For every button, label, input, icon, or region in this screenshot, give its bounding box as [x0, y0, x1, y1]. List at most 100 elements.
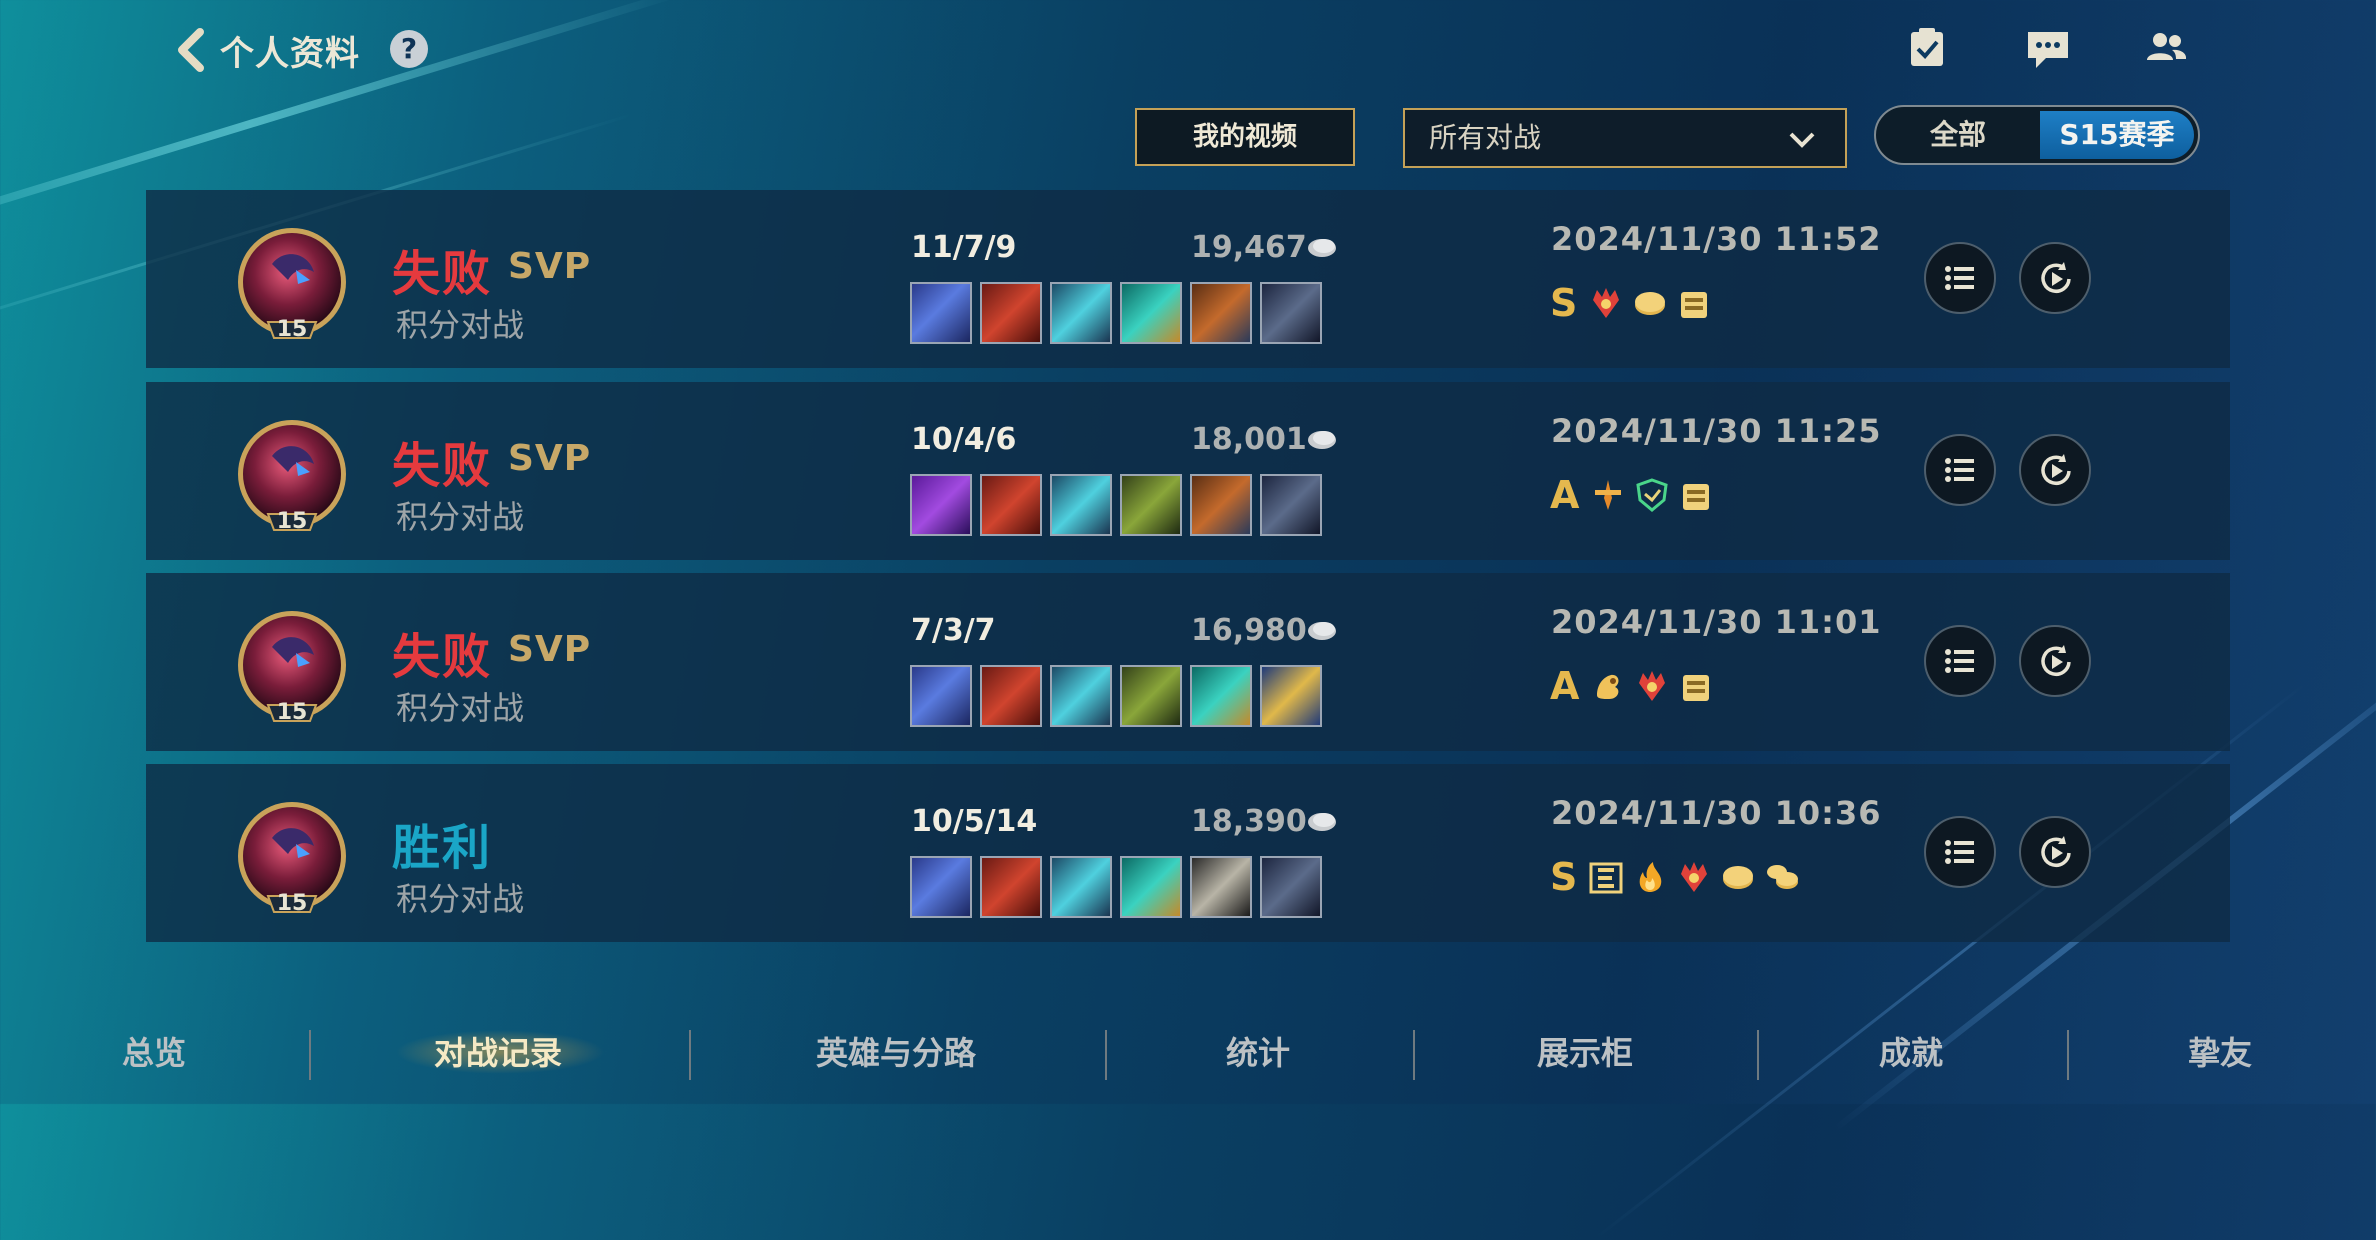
match-row[interactable]: 15 胜利 积分对战 10/5/14 18,390 2024/11/30 10:36 S [146, 764, 2230, 942]
replay-button[interactable] [2019, 816, 2091, 888]
kda: 11/7/9 [911, 230, 1017, 265]
match-detail-button[interactable] [1924, 625, 1996, 697]
tab-divider [1413, 1030, 1415, 1080]
tasks-icon[interactable] [1903, 24, 1951, 72]
game-mode: 积分对战 [396, 306, 525, 344]
tab-achievements[interactable]: 成就 [1879, 1028, 1943, 1074]
match-result: 失败 [392, 438, 493, 494]
match-date: 2024/11/30 11:01 [1551, 603, 1882, 641]
item-slot-icon[interactable] [1050, 282, 1112, 344]
red-demon-icon [1587, 284, 1625, 322]
replay-button[interactable] [2019, 434, 2091, 506]
item-slot-icon[interactable] [1260, 474, 1322, 536]
item-slot-icon[interactable] [980, 474, 1042, 536]
gold-icon [1308, 622, 1336, 640]
match-date: 2024/11/30 10:36 [1551, 794, 1882, 832]
season-s15-tab[interactable]: S15赛季 [2040, 111, 2194, 159]
item-slot-icon[interactable] [910, 665, 972, 727]
champion-level: 15 [277, 317, 308, 342]
gold-coin-icon [1719, 858, 1757, 896]
match-result: 失败 [392, 246, 493, 302]
item-build [910, 856, 1322, 922]
item-slot-icon[interactable] [1050, 856, 1112, 918]
match-filter-select[interactable]: 所有对战 [1403, 108, 1847, 168]
replay-button[interactable] [2019, 625, 2091, 697]
game-mode: 积分对战 [396, 689, 525, 727]
svp-badge: SVP [508, 629, 592, 670]
match-result: 胜利 [392, 820, 493, 876]
chat-icon[interactable] [2024, 24, 2072, 72]
chevron-down-icon [1789, 132, 1815, 148]
match-row[interactable]: 15 失败 SVP 积分对战 10/4/6 18,001 2024/11/30 11:25… [146, 382, 2230, 560]
orange-sword-icon [1589, 476, 1627, 514]
match-row[interactable]: 15 失败 SVP 积分对战 11/7/9 19,467 2024/11/30 11:52… [146, 190, 2230, 368]
gold-earned: 18,001 [1191, 422, 1307, 457]
item-slot-icon[interactable] [910, 856, 972, 918]
item-slot-icon[interactable] [1050, 474, 1112, 536]
tab-statistics[interactable]: 统计 [1226, 1028, 1290, 1074]
season-all-tab[interactable]: 全部 [1876, 107, 2040, 163]
tab-divider [1757, 1030, 1759, 1080]
item-slot-icon[interactable] [1120, 665, 1182, 727]
item-slot-icon[interactable] [1120, 856, 1182, 918]
gold-chest-icon [1677, 476, 1715, 514]
friends-icon[interactable] [2142, 24, 2190, 72]
tab-divider [1105, 1030, 1107, 1080]
match-detail-button[interactable] [1924, 242, 1996, 314]
item-slot-icon[interactable] [1190, 856, 1252, 918]
grade-letter: S [1550, 855, 1578, 899]
item-slot-icon[interactable] [1260, 856, 1322, 918]
item-slot-icon[interactable] [1120, 282, 1182, 344]
match-detail-button[interactable] [1924, 816, 1996, 888]
grade-letter: A [1550, 473, 1580, 517]
season-toggle[interactable]: 全部 S15赛季 [1874, 105, 2200, 165]
item-slot-icon[interactable] [980, 282, 1042, 344]
item-slot-icon[interactable] [1050, 665, 1112, 727]
item-slot-icon[interactable] [980, 856, 1042, 918]
grade-letter: S [1550, 281, 1578, 325]
gold-hand-icon [1589, 667, 1627, 705]
match-row[interactable]: 15 失败 SVP 积分对战 7/3/7 16,980 2024/11/30 11:01 A [146, 573, 2230, 751]
tab-overview[interactable]: 总览 [122, 1028, 186, 1074]
item-slot-icon[interactable] [1260, 665, 1322, 727]
kda: 7/3/7 [911, 613, 996, 648]
champion-avatar: 15 [238, 802, 346, 916]
tab-best-friends[interactable]: 挚友 [2188, 1028, 2252, 1074]
match-date: 2024/11/30 11:25 [1551, 412, 1882, 450]
match-detail-button[interactable] [1924, 434, 1996, 506]
item-slot-icon[interactable] [910, 282, 972, 344]
item-slot-icon[interactable] [1260, 282, 1322, 344]
champion-level: 15 [277, 700, 308, 725]
item-slot-icon[interactable] [1120, 474, 1182, 536]
champion-avatar: 15 [238, 228, 346, 342]
svp-badge: SVP [508, 438, 592, 479]
achievement-badges: A [1550, 663, 1715, 709]
replay-button[interactable] [2019, 242, 2091, 314]
flame-icon [1631, 858, 1669, 896]
gold-icon [1308, 239, 1336, 257]
gold-icon [1308, 431, 1336, 449]
gold-earned: 16,980 [1191, 613, 1307, 648]
green-shield-icon [1633, 476, 1671, 514]
item-build [910, 665, 1322, 731]
game-mode: 积分对战 [396, 498, 525, 536]
gold-chest-icon [1675, 284, 1713, 322]
champion-level: 15 [277, 509, 308, 534]
item-slot-icon[interactable] [1190, 282, 1252, 344]
bottom-tab-bar: 总览 对战记录 英雄与分路 统计 展示柜 成就 挚友 [0, 1000, 2376, 1104]
help-icon[interactable]: ? [390, 30, 428, 68]
tab-showcase[interactable]: 展示柜 [1537, 1028, 1633, 1074]
gold-three-icon [1587, 858, 1625, 896]
my-videos-button[interactable]: 我的视频 [1135, 108, 1355, 166]
kda: 10/4/6 [911, 422, 1017, 457]
item-slot-icon[interactable] [1190, 474, 1252, 536]
champion-avatar: 15 [238, 611, 346, 725]
item-slot-icon[interactable] [910, 474, 972, 536]
back-chevron-icon[interactable] [172, 28, 212, 72]
item-build [910, 474, 1322, 540]
item-slot-icon[interactable] [980, 665, 1042, 727]
tab-match-history[interactable]: 对战记录 [434, 1028, 562, 1074]
item-slot-icon[interactable] [1190, 665, 1252, 727]
game-mode: 积分对战 [396, 880, 525, 918]
tab-heroes-lanes[interactable]: 英雄与分路 [816, 1028, 976, 1074]
